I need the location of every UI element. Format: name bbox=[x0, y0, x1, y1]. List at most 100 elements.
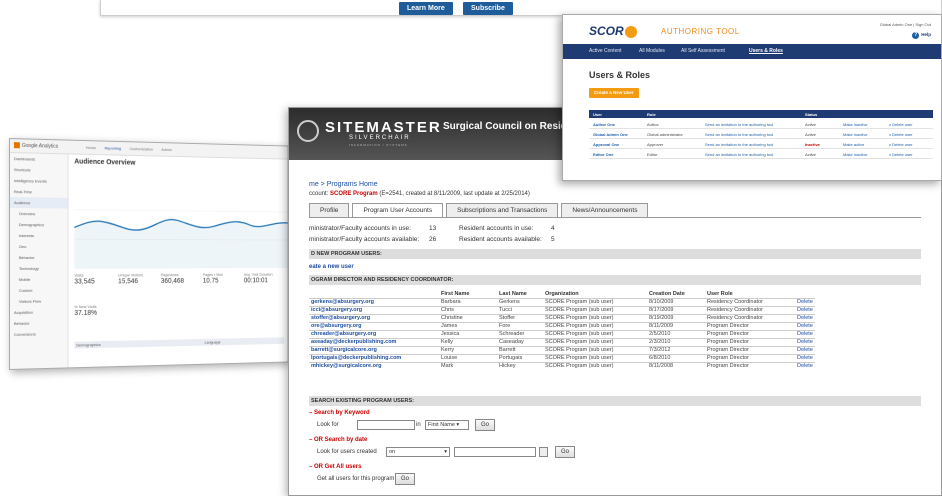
ga-sidebar-item[interactable]: Acquisition bbox=[10, 306, 68, 318]
table-row: Approval One Approver Send an invitation… bbox=[589, 139, 933, 149]
toggle-status-link[interactable]: Make inactive bbox=[843, 122, 867, 127]
ga-sidebar-item[interactable]: Overview bbox=[10, 208, 68, 219]
learn-more-button[interactable]: Learn More bbox=[399, 2, 453, 15]
users-table: First Name Last Name Organization Creati… bbox=[309, 290, 815, 370]
sitemaster-body: me > Programs Home ccount: SCORE Program… bbox=[289, 160, 941, 495]
get-all-label: Get all users for this program bbox=[317, 476, 395, 482]
invite-link[interactable]: Send an invitation to the authoring tool bbox=[705, 142, 773, 147]
ga-sidebar-item[interactable]: Technology bbox=[10, 263, 68, 274]
field-select[interactable]: First Name ▾ bbox=[425, 420, 469, 430]
tab-news[interactable]: News/Announcements bbox=[561, 203, 649, 217]
get-all-heading[interactable]: – OR Get All users bbox=[309, 464, 361, 470]
score-table-header: User Role Status bbox=[589, 110, 933, 118]
silverchair-tagline: INFORMATION / SYSTEMS bbox=[349, 143, 408, 147]
invite-link[interactable]: Send an invitation to the authoring tool bbox=[705, 132, 773, 137]
tab-subscriptions[interactable]: Subscriptions and Transactions bbox=[446, 203, 559, 217]
ga-sidebar-item[interactable]: Custom bbox=[10, 285, 68, 296]
silverchair-label: SILVERCHAIR bbox=[349, 135, 411, 141]
ga-sidebar-item[interactable]: Geo bbox=[10, 241, 68, 252]
chevron-down-icon: ▾ bbox=[456, 422, 460, 428]
ga-sidebar-item[interactable]: Intelligence Events bbox=[10, 175, 68, 187]
date-input[interactable] bbox=[454, 447, 536, 457]
nav-all-modules[interactable]: All Modules bbox=[639, 48, 665, 54]
sitemaster-logo: SITEMASTER bbox=[325, 119, 442, 136]
ga-nav-customization[interactable]: Customization bbox=[130, 146, 154, 151]
invite-link[interactable]: Send an invitation to the authoring tool bbox=[705, 152, 773, 157]
ga-sidebar-item[interactable]: Conversions bbox=[10, 328, 68, 340]
breadcrumb[interactable]: me > Programs Home bbox=[309, 181, 378, 188]
delete-user-link[interactable]: x Delete user bbox=[889, 122, 913, 127]
authoring-tool-label: AUTHORING TOOL bbox=[661, 27, 740, 36]
search-keyword-heading[interactable]: – Search by Keyword bbox=[309, 410, 370, 416]
user-email-link[interactable]: barrett@surgicalcore.org bbox=[309, 345, 439, 354]
user-email-link[interactable]: ore@absurgery.org bbox=[309, 321, 439, 330]
help-link[interactable]: ? Help bbox=[912, 32, 931, 39]
delete-user-link[interactable]: x Delete user bbox=[889, 142, 913, 147]
account-counts: ministrator/Faculty accounts in use: 13 Re… bbox=[309, 225, 555, 243]
date-go-button[interactable]: Go bbox=[555, 446, 576, 458]
table-row: Editor One Editor Send an invitation to … bbox=[589, 149, 933, 159]
tab-program-user-accounts[interactable]: Program User Accounts bbox=[352, 203, 444, 218]
nav-self-assessment[interactable]: All Self Assessment bbox=[681, 48, 725, 54]
table-row: Global Admin One Global administrator Se… bbox=[589, 129, 933, 139]
ga-sidebar-item[interactable]: Real-Time bbox=[10, 186, 68, 198]
search-date-heading[interactable]: – OR Search by date bbox=[309, 437, 367, 443]
ga-sidebar-item[interactable]: Visitors Flow bbox=[10, 295, 68, 307]
create-user-link[interactable]: eate a new user bbox=[309, 264, 354, 270]
user-email-link[interactable]: lportugais@deckerpublishing.com bbox=[309, 353, 439, 362]
user-email-link[interactable]: mhickey@surgicalcore.org bbox=[309, 361, 439, 370]
visits-line-chart bbox=[74, 180, 289, 269]
look-created-label: Look for users created bbox=[317, 449, 377, 455]
delete-link[interactable]: Delete bbox=[795, 313, 815, 322]
nav-active-content[interactable]: Active Content bbox=[589, 48, 622, 54]
nav-users-roles[interactable]: Users & Roles bbox=[749, 48, 783, 54]
delete-link[interactable]: Delete bbox=[795, 329, 815, 338]
ga-sidebar-item[interactable]: Mobile bbox=[10, 274, 68, 285]
ga-sidebar-item[interactable]: Demographics bbox=[10, 219, 68, 230]
keyword-input[interactable] bbox=[357, 420, 415, 430]
subscribe-button[interactable]: Subscribe bbox=[463, 2, 513, 15]
delete-link[interactable]: Delete bbox=[795, 353, 815, 362]
user-signout[interactable]: Global Admin One | Sign Out bbox=[880, 22, 931, 27]
invite-link[interactable]: Send an invitation to the authoring tool bbox=[705, 122, 773, 127]
ga-sidebar-item[interactable]: Interests bbox=[10, 230, 68, 241]
table-row: gerkens@absurgery.org Barbara Gerkens SCORE… bbox=[309, 297, 815, 306]
calendar-icon[interactable] bbox=[539, 447, 548, 457]
user-email-link[interactable]: stoffer@absurgery.org bbox=[309, 313, 439, 322]
delete-user-link[interactable]: x Delete user bbox=[889, 132, 913, 137]
user-name-link[interactable]: Author One bbox=[593, 122, 615, 127]
user-email-link[interactable]: chreader@absurgery.org bbox=[309, 329, 439, 338]
site-title: Surgical Council on Resid bbox=[443, 121, 567, 132]
delete-link[interactable]: Delete bbox=[795, 297, 815, 306]
user-email-link[interactable]: icci@absurgery.org bbox=[309, 305, 439, 314]
user-email-link[interactable]: aseaday@deckerpublishing.com bbox=[309, 337, 439, 346]
delete-link[interactable]: Delete bbox=[795, 361, 815, 370]
delete-link[interactable]: Delete bbox=[795, 345, 815, 354]
user-email-link[interactable]: gerkens@absurgery.org bbox=[309, 297, 439, 306]
in-label: in bbox=[416, 422, 421, 428]
help-icon: ? bbox=[912, 32, 920, 39]
user-name-link[interactable]: Approval One bbox=[593, 142, 619, 147]
ga-stat: Visits 33,545 bbox=[74, 272, 95, 286]
user-name-link[interactable]: Global Admin One bbox=[593, 132, 628, 137]
ga-nav-reporting[interactable]: Reporting bbox=[105, 145, 121, 150]
get-all-go-button[interactable]: Go bbox=[395, 473, 416, 485]
table-row: ore@absurgery.org James Fore SCORE Program … bbox=[309, 321, 815, 330]
ga-nav-home[interactable]: Home bbox=[86, 145, 96, 150]
toggle-status-link[interactable]: Make inactive bbox=[843, 132, 867, 137]
delete-user-link[interactable]: x Delete user bbox=[889, 152, 913, 157]
create-user-button[interactable]: Create a New User bbox=[589, 88, 639, 98]
user-name-link[interactable]: Editor One bbox=[593, 152, 613, 157]
score-ball-icon bbox=[624, 25, 637, 38]
ga-sidebar-item[interactable]: Audience bbox=[9, 197, 68, 209]
ga-sidebar-item[interactable]: Behavior bbox=[10, 252, 68, 263]
ga-nav-admin[interactable]: Admin bbox=[161, 147, 171, 152]
tab-profile[interactable]: Profile bbox=[309, 203, 350, 217]
keyword-go-button[interactable]: Go bbox=[475, 419, 496, 431]
toggle-status-link[interactable]: Make active bbox=[843, 142, 864, 147]
delete-link[interactable]: Delete bbox=[795, 305, 815, 314]
toggle-status-link[interactable]: Make inactive bbox=[843, 152, 867, 157]
date-operator-select[interactable]: on ▾ bbox=[386, 447, 450, 457]
delete-link[interactable]: Delete bbox=[795, 337, 815, 346]
delete-link[interactable]: Delete bbox=[795, 321, 815, 330]
